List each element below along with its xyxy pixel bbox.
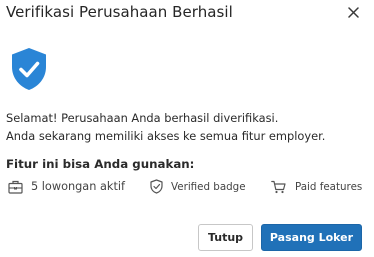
cart-icon [271, 180, 286, 193]
message-line-2: Anda sekarang memiliki akses ke semua fi… [6, 128, 326, 143]
success-message: Selamat! Perusahaan Anda berhasil diveri… [6, 110, 325, 145]
close-icon [347, 6, 359, 18]
feature-active-jobs: 5 lowongan aktif [8, 178, 125, 195]
close-dialog-button[interactable]: Tutup [198, 224, 253, 251]
features-heading: Fitur ini bisa Anda gunakan: [6, 157, 195, 171]
feature-label: Verified badge [171, 180, 246, 193]
verification-success-dialog: Verifikasi Perusahaan Berhasil Selamat! … [0, 0, 374, 257]
shield-check-icon [12, 48, 46, 90]
feature-label: 5 lowongan aktif [31, 180, 125, 193]
message-line-1: Selamat! Perusahaan Anda berhasil diveri… [6, 111, 279, 125]
post-job-button[interactable]: Pasang Loker [261, 224, 362, 251]
dialog-title: Verifikasi Perusahaan Berhasil [6, 3, 233, 21]
close-button[interactable] [343, 2, 363, 22]
shield-check-outline-icon [150, 179, 163, 194]
feature-paid-features: Paid features [271, 178, 362, 195]
feature-verified-badge: Verified badge [150, 178, 246, 195]
briefcase-icon [8, 180, 23, 194]
feature-label: Paid features [295, 180, 363, 193]
